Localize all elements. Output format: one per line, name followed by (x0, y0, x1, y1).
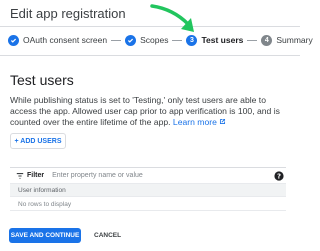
description-text: While publishing status is set to 'Testi… (10, 95, 280, 127)
stepper-divider (0, 55, 300, 56)
step-label: Summary (276, 35, 313, 45)
learn-more-link[interactable]: Learn more (173, 117, 226, 127)
filter-label: Filter (27, 172, 45, 179)
filter-bar: Filter Enter property name or value ? (10, 168, 286, 184)
step-summary[interactable]: 4 Summary (261, 34, 313, 46)
column-header-user-information[interactable]: User information (10, 184, 286, 197)
page-title: Edit app registration (10, 6, 126, 21)
step-connector (111, 39, 122, 41)
check-icon (8, 34, 19, 46)
step-oauth-consent-screen[interactable]: OAuth consent screen (8, 34, 108, 46)
section-title: Test users (10, 72, 74, 88)
save-and-continue-button[interactable]: SAVE AND CONTINUE (9, 228, 81, 243)
step-connector (247, 39, 258, 41)
external-link-icon (220, 118, 226, 125)
section-description: While publishing status is set to 'Testi… (10, 95, 292, 128)
cancel-button[interactable]: CANCEL (94, 228, 121, 243)
filter-icon (16, 172, 24, 179)
test-users-table: Filter Enter property name or value ? Us… (10, 167, 286, 219)
add-users-button[interactable]: + ADD USERS (10, 133, 66, 149)
empty-table-message: No rows to display (10, 197, 286, 211)
step-number: 4 (261, 34, 273, 46)
check-icon (125, 34, 137, 46)
step-connector (172, 39, 183, 41)
svg-text:?: ? (277, 173, 281, 181)
step-label: OAuth consent screen (23, 35, 108, 45)
highlight-arrow-icon (150, 4, 194, 32)
filter-input[interactable]: Enter property name or value (52, 172, 143, 179)
help-icon[interactable]: ? (274, 171, 284, 181)
